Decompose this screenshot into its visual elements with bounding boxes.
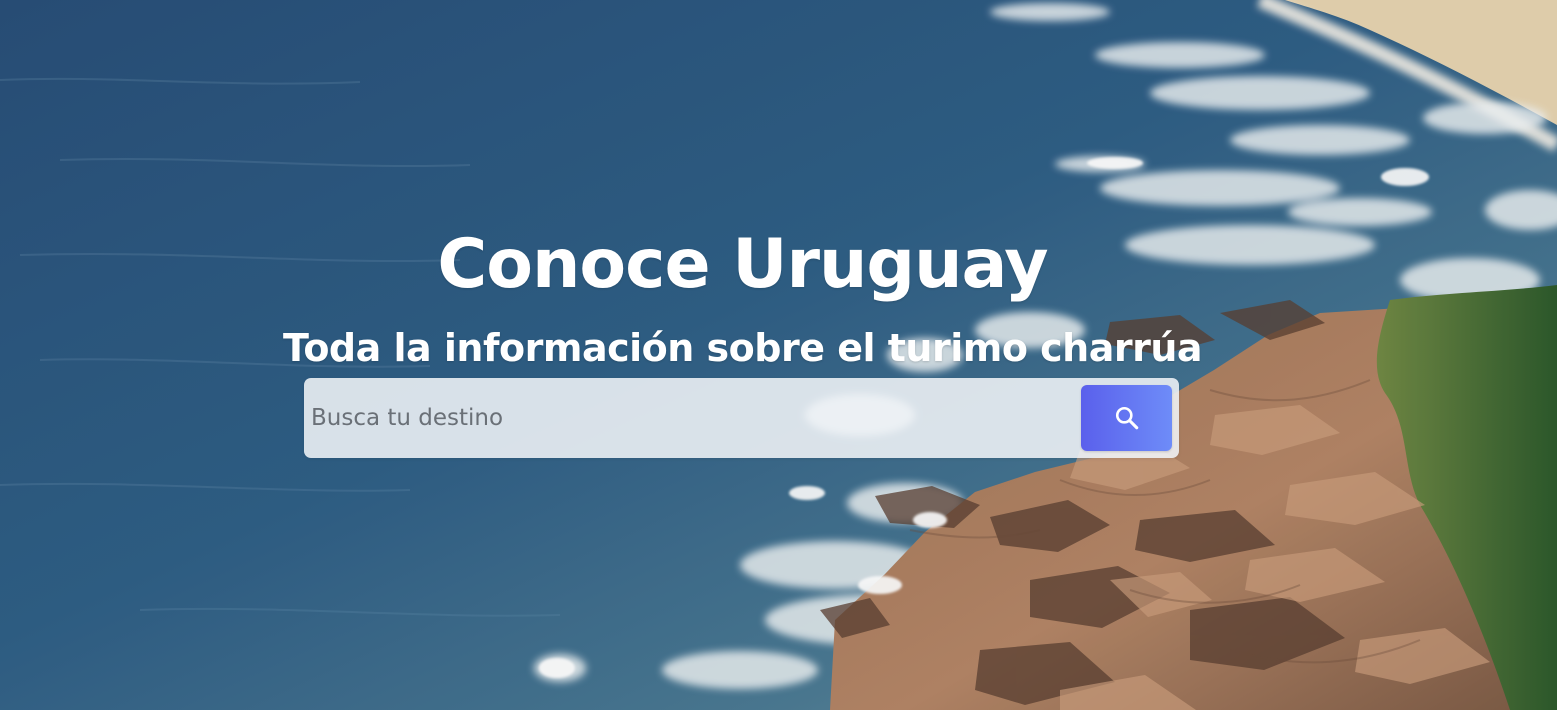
page-subtitle: Toda la información sobre el turimo char…: [282, 326, 1203, 370]
hero-section: Conoce Uruguay Toda la información sobre…: [0, 0, 1557, 710]
search-icon: [1115, 406, 1138, 430]
page-title: Conoce Uruguay: [437, 225, 1048, 304]
destination-search-form: [304, 378, 1179, 458]
destination-search-input[interactable]: [304, 378, 1074, 458]
search-button[interactable]: [1081, 385, 1172, 451]
